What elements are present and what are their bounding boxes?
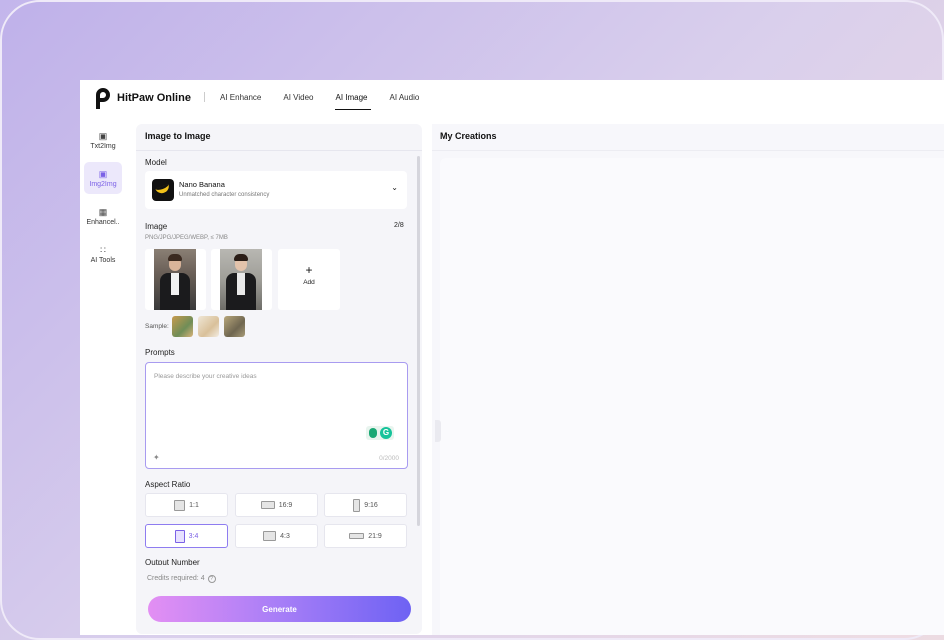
rail-item-enhance[interactable]: ▦ Enhancel.. [84, 200, 122, 232]
portrait-icon [174, 529, 185, 543]
grammarly-icon: G [380, 427, 392, 439]
model-description: Unmatched character consistency [179, 192, 270, 198]
brand-logo[interactable]: HitPaw Online [95, 87, 191, 109]
nav-ai-audio[interactable]: AI Audio [390, 80, 420, 118]
model-name: Nano Banana [179, 180, 225, 189]
model-select[interactable]: Nano Banana Unmatched character consiste… [145, 171, 407, 209]
collapse-handle[interactable] [435, 420, 441, 442]
creations-divider [432, 150, 944, 151]
image-to-image-icon: ▣ [98, 168, 108, 179]
samples-label: Sample: [145, 323, 169, 330]
grammarly-extension[interactable]: G [366, 426, 394, 440]
tools-icon: ∷ [100, 244, 106, 255]
landscape-icon [263, 531, 277, 541]
brand-name: HitPaw Online [117, 92, 191, 104]
hitpaw-logo-icon [95, 87, 112, 109]
top-bar: HitPaw Online AI Enhance AI Video AI Ima… [80, 80, 944, 118]
text-to-image-icon: ▣ [98, 130, 108, 141]
ratio-label: 4:3 [280, 532, 290, 540]
ratio-3-4[interactable]: 3:4 [145, 524, 228, 548]
output-number-label: Output Number [145, 558, 200, 565]
nav-separator [204, 92, 205, 102]
credits-required: Credits required: 4? [147, 575, 216, 583]
prompt-counter: 0/2000 [379, 455, 399, 462]
prompt-placeholder: Please describe your creative ideas [154, 373, 257, 380]
image-count: 2/8 [394, 222, 404, 229]
magic-wand-icon[interactable]: ✦ [153, 453, 160, 462]
wide-icon [349, 533, 365, 539]
prompt-textarea[interactable]: Please describe your creative ideas G ✦ … [145, 362, 408, 469]
ratio-label: 3:4 [188, 532, 199, 540]
nav-ai-video[interactable]: AI Video [283, 80, 313, 118]
ratio-4-3[interactable]: 4:3 [235, 524, 318, 548]
ratio-16-9[interactable]: 16:9 [235, 493, 318, 517]
creations-title: My Creations [440, 131, 497, 141]
ratio-label: 21:9 [368, 532, 382, 540]
left-rail: ▣ Txt2Img ▣ Img2Img ▦ Enhancel.. ∷ AI To… [80, 124, 126, 276]
help-icon[interactable]: ? [207, 575, 216, 583]
uploaded-image-2[interactable] [211, 249, 272, 310]
nav-ai-image[interactable]: AI Image [335, 80, 371, 118]
ratio-21-9[interactable]: 21:9 [324, 524, 407, 548]
rail-item-label: AI Tools [90, 256, 116, 264]
panel-divider [136, 150, 422, 151]
model-label: Model [145, 158, 167, 167]
ratio-label: 1:1 [189, 501, 199, 509]
main-nav: AI Enhance AI Video AI Image AI Audio [220, 80, 441, 118]
rail-item-label: Txt2Img [90, 142, 116, 150]
sample-thumbnail[interactable] [197, 316, 219, 337]
ratio-9-16[interactable]: 9:16 [324, 493, 407, 517]
portrait-photo [220, 249, 262, 310]
rail-item-label: Img2Img [89, 180, 117, 188]
sample-thumbnail[interactable] [223, 316, 245, 337]
settings-panel: Image to Image Model Nano Banana Unmatch… [136, 124, 422, 634]
prompts-label: Prompts [145, 348, 175, 357]
image-label: Image [145, 222, 168, 231]
ratio-label: 16:9 [278, 501, 293, 509]
image-formats: PNG/JPG/JPEG/WEBP, ≤ 7MB [145, 235, 228, 241]
aspect-ratio-label: Aspect Ratio [145, 480, 191, 489]
landscape-icon [260, 501, 275, 509]
credits-text: Credits required: 4 [147, 575, 205, 582]
nav-ai-enhance[interactable]: AI Enhance [220, 80, 261, 118]
location-pin-icon [369, 428, 377, 438]
chevron-down-icon: ⌄ [391, 183, 398, 192]
plus-icon: + [305, 263, 313, 277]
rail-item-txt2img[interactable]: ▣ Txt2Img [84, 124, 122, 156]
add-label: Add [303, 279, 315, 286]
square-icon [174, 499, 186, 511]
add-image-button[interactable]: + Add [278, 249, 340, 310]
sample-images: Sample: [145, 316, 250, 337]
enhance-icon: ▦ [98, 206, 108, 217]
creations-canvas [440, 158, 944, 635]
rail-item-label: Enhancel.. [86, 218, 120, 226]
banana-icon [152, 179, 174, 201]
panel-title: Image to Image [145, 131, 211, 141]
app-window: HitPaw Online AI Enhance AI Video AI Ima… [80, 80, 944, 635]
rail-item-ai-tools[interactable]: ∷ AI Tools [84, 238, 122, 270]
rail-item-img2img[interactable]: ▣ Img2Img [84, 162, 122, 194]
portrait-icon [353, 498, 361, 512]
panel-scrollbar[interactable] [417, 156, 420, 526]
portrait-photo [154, 249, 196, 310]
ratio-1-1[interactable]: 1:1 [145, 493, 228, 517]
generate-button[interactable]: Generate [148, 596, 411, 622]
ratio-label: 9:16 [364, 501, 378, 509]
sample-thumbnail[interactable] [171, 316, 193, 337]
uploaded-image-1[interactable] [145, 249, 206, 310]
